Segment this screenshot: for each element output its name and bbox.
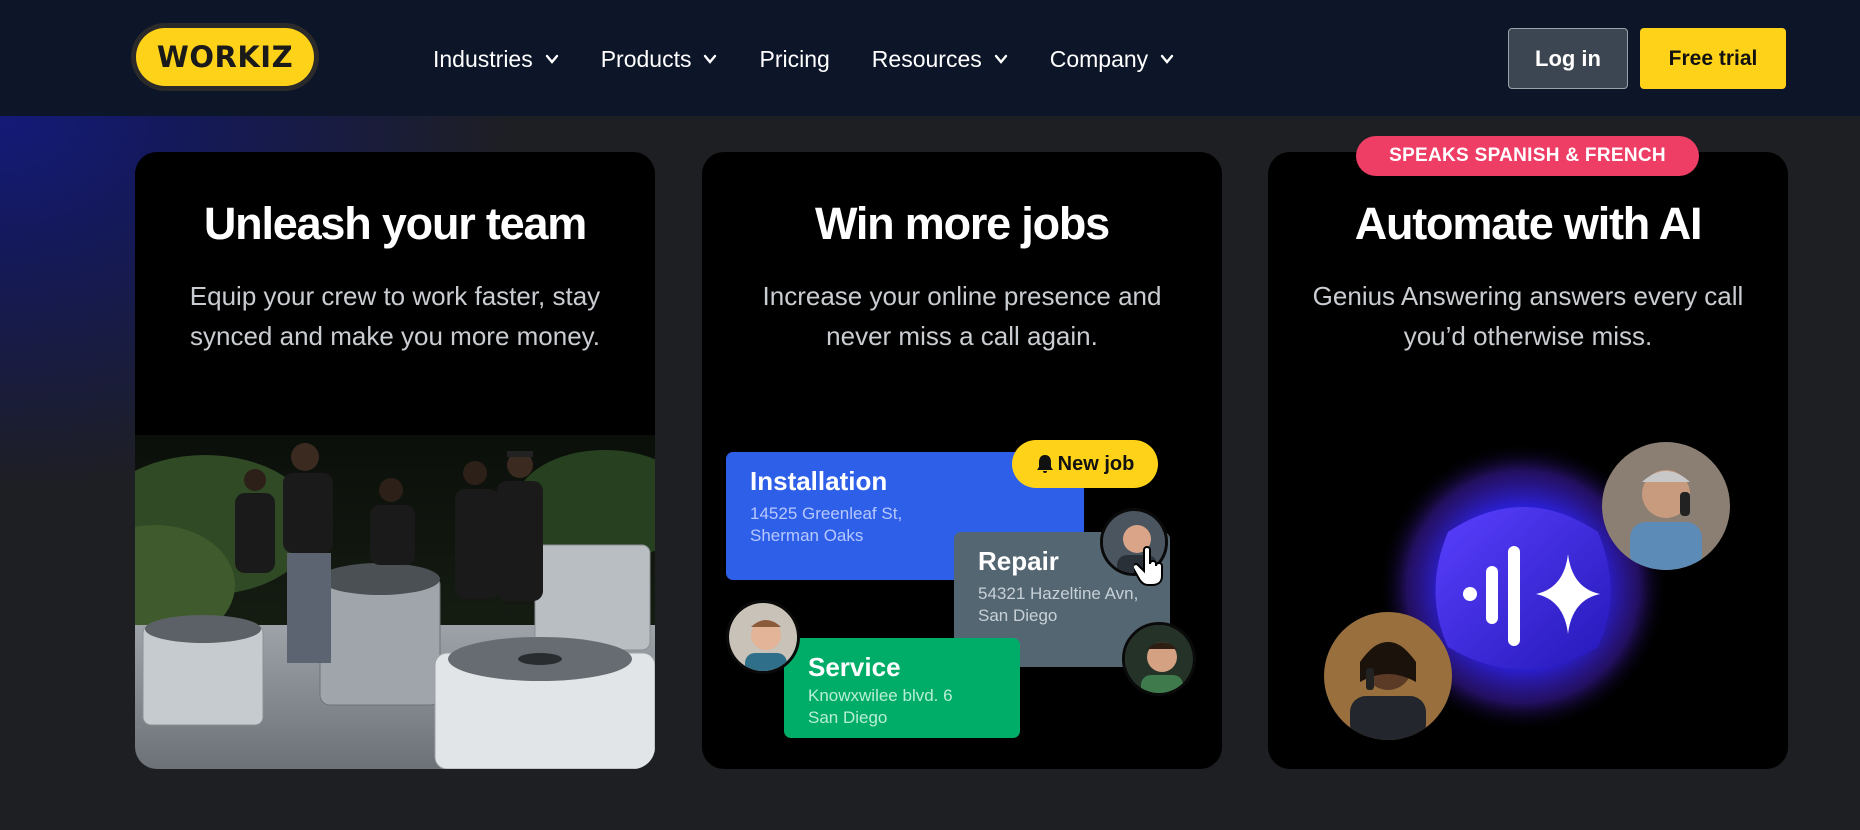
avatar	[1324, 612, 1452, 740]
login-button[interactable]: Log in	[1508, 28, 1628, 89]
top-navigation: WORKIZ Industries Products Pricing Resou…	[0, 0, 1860, 116]
card-description: Increase your online presence and never …	[762, 281, 1162, 351]
chevron-down-icon	[545, 54, 558, 64]
new-job-label: New job	[1057, 452, 1135, 475]
menu-industries[interactable]: Industries	[433, 42, 559, 76]
job-card-service[interactable]: Service Knowxwilee blvd. 6 San Diego	[784, 638, 1020, 738]
bell-icon	[1036, 455, 1053, 473]
pointer-cursor-icon	[1134, 546, 1163, 586]
job-address-line2: San Diego	[978, 606, 1058, 625]
workiz-logo[interactable]: WORKIZ	[136, 28, 314, 86]
job-address-line1: Knowxwilee blvd. 6	[808, 686, 953, 705]
main-menu: Industries Products Pricing Resources Co…	[433, 42, 1216, 76]
menu-industries-label: Industries	[433, 45, 533, 72]
avatar	[1602, 442, 1730, 570]
job-title: Service	[808, 652, 901, 682]
card-description: Equip your crew to work faster, stay syn…	[189, 281, 601, 351]
speaks-languages-badge: SPEAKS SPANISH & FRENCH	[1356, 136, 1699, 176]
card-title: Automate with AI	[1354, 198, 1703, 249]
menu-resources-label: Resources	[871, 45, 982, 72]
menu-company-label: Company	[1049, 45, 1149, 72]
menu-products-label: Products	[600, 45, 692, 72]
card-automate-ai[interactable]: Automate with AI Genius Answering answer…	[1268, 152, 1788, 769]
job-address-line2: San Diego	[808, 708, 888, 727]
card-win-jobs[interactable]: Win more jobs Increase your online prese…	[702, 152, 1222, 769]
avatar	[726, 600, 800, 674]
card-title: Unleash your team	[203, 198, 587, 249]
card-unleash-team[interactable]: Unleash your team Equip your crew to wor…	[135, 152, 655, 769]
avatar	[1122, 622, 1196, 696]
menu-resources[interactable]: Resources	[872, 42, 1008, 76]
menu-company[interactable]: Company	[1050, 42, 1174, 76]
chevron-down-icon	[994, 54, 1007, 64]
job-address-line1: 54321 Hazeltine Avn,	[978, 584, 1139, 603]
menu-pricing-label: Pricing	[759, 45, 830, 72]
menu-products[interactable]: Products	[601, 42, 718, 76]
card-title: Win more jobs	[814, 198, 1110, 249]
menu-pricing[interactable]: Pricing	[759, 42, 829, 76]
new-job-badge: New job	[1012, 440, 1158, 488]
card-description: Genius Answering answers every call you’…	[1312, 281, 1744, 351]
job-address-line1: 14525 Greenleaf St,	[750, 504, 903, 523]
chevron-down-icon	[1160, 54, 1174, 64]
free-trial-button[interactable]: Free trial	[1640, 28, 1786, 89]
crew-photo	[135, 435, 655, 769]
chevron-down-icon	[704, 54, 717, 64]
